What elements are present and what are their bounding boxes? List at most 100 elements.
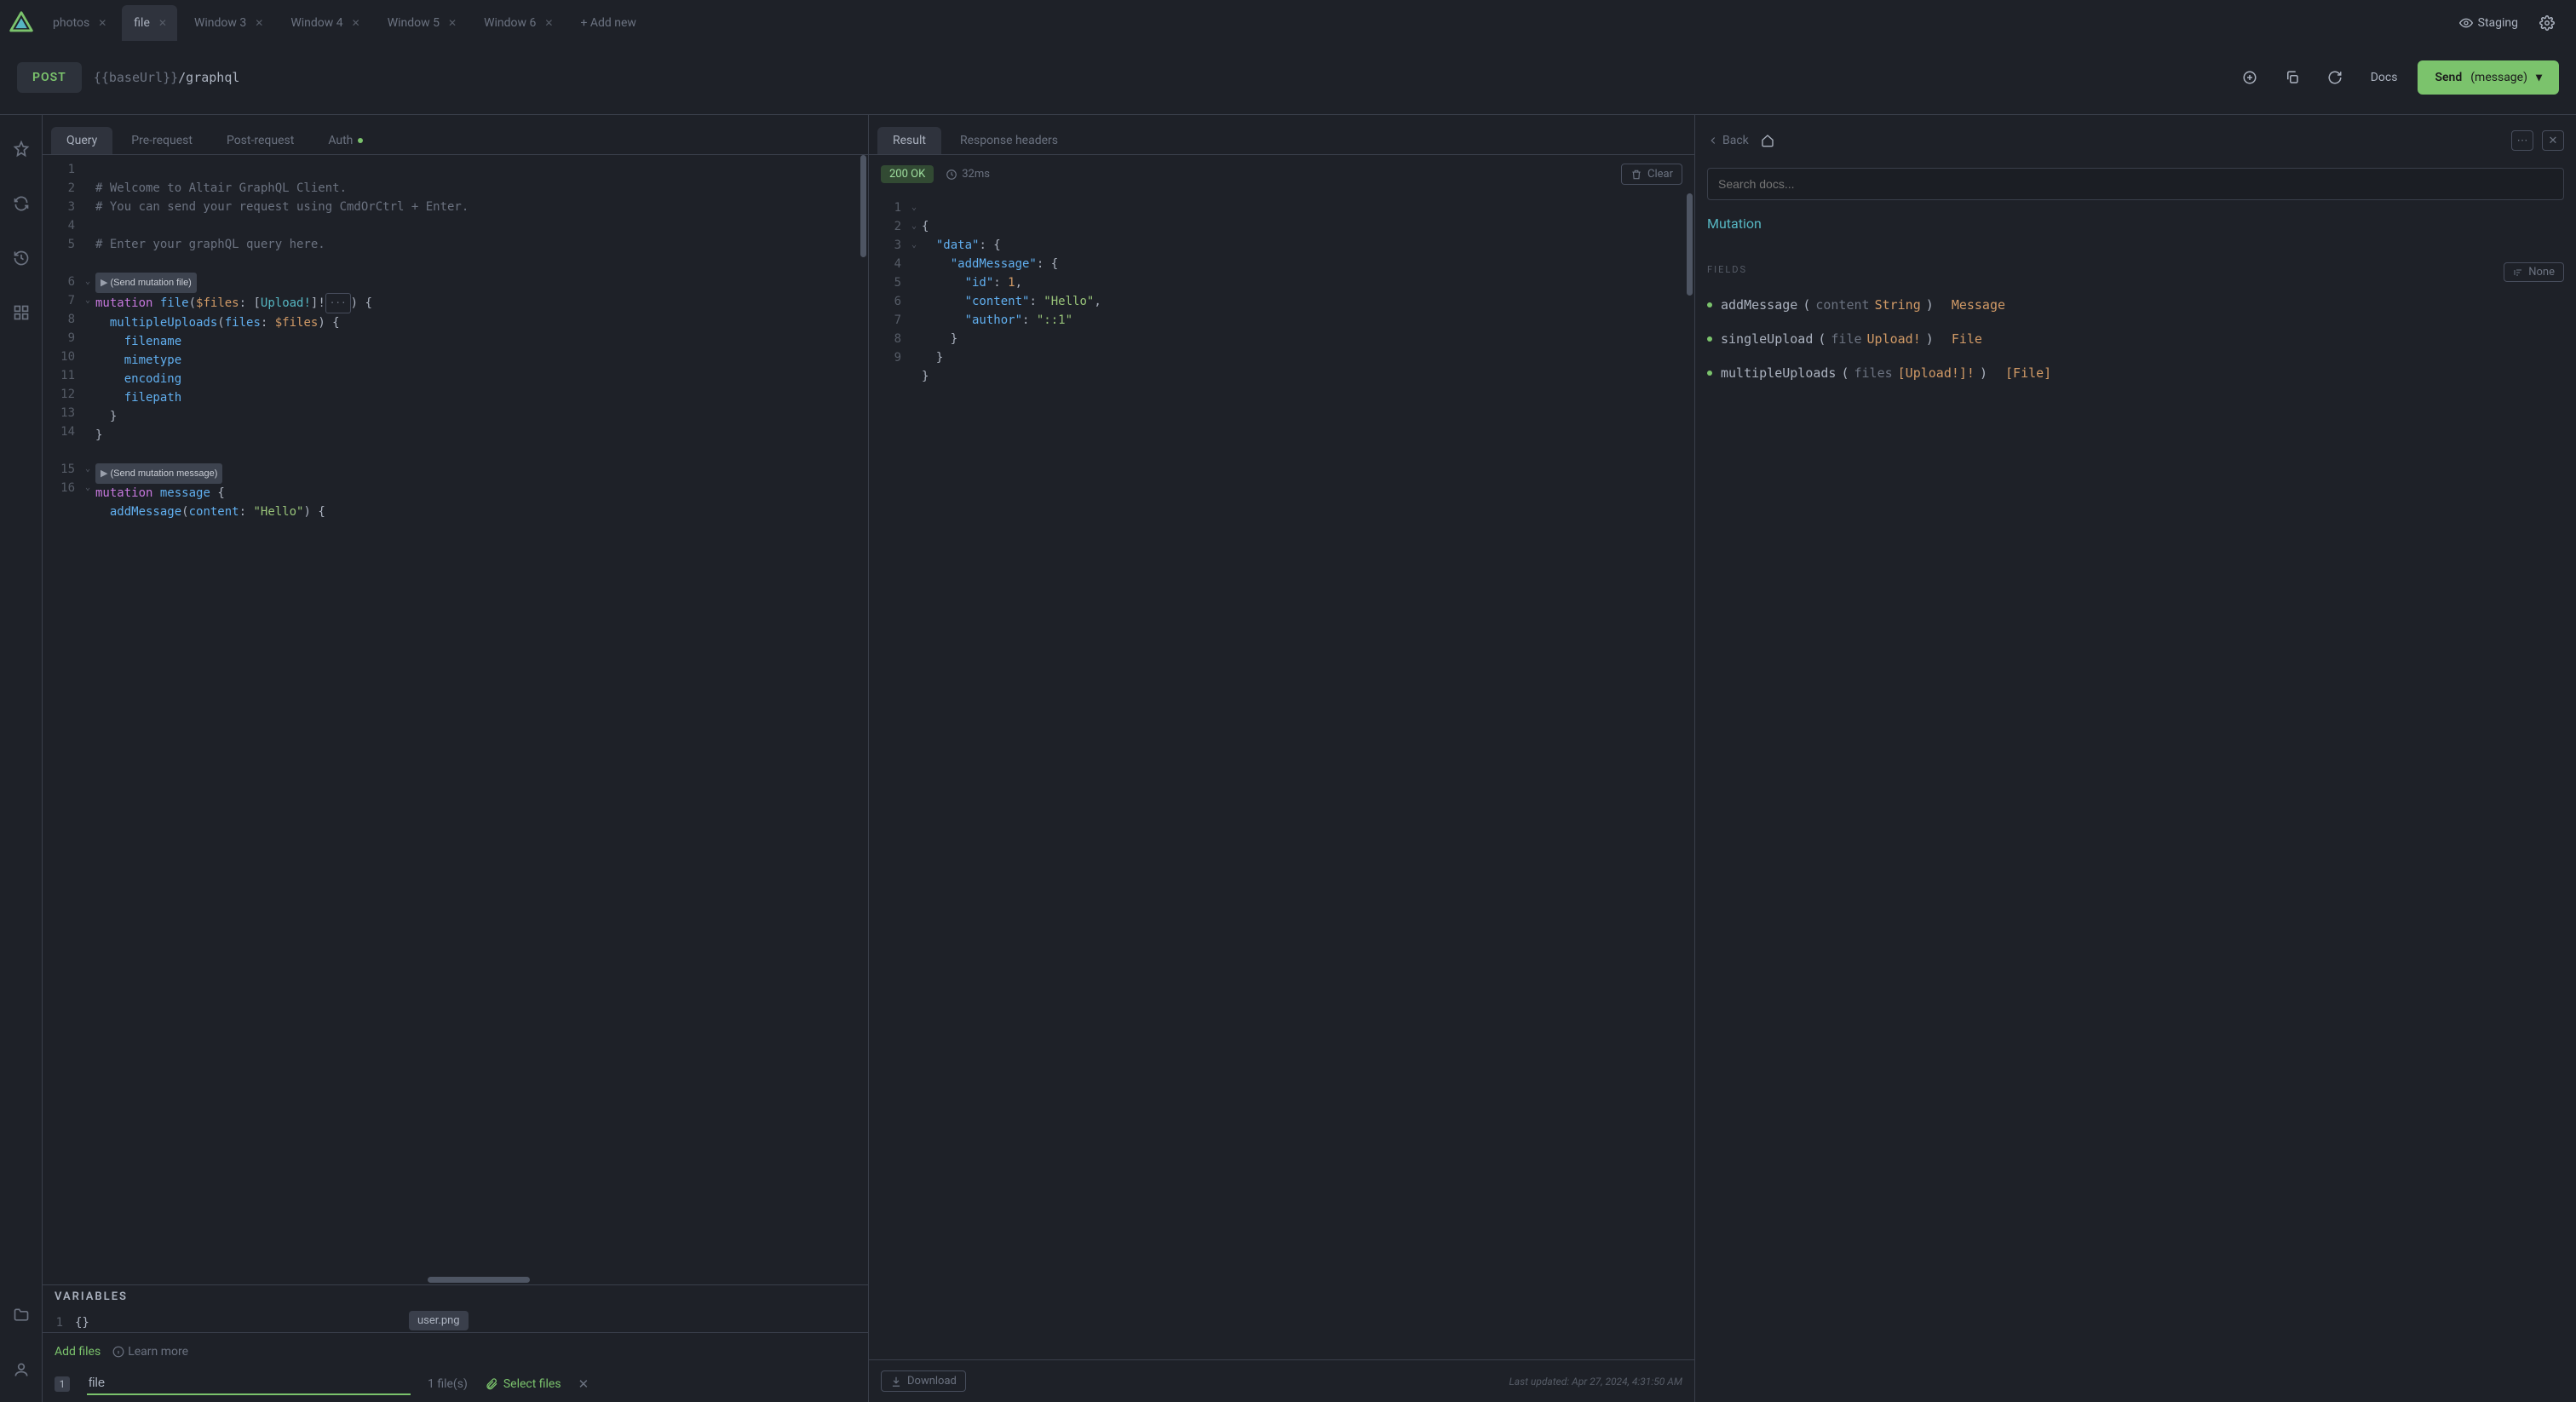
download-result-button[interactable]: Download xyxy=(881,1370,966,1392)
tab-window-6[interactable]: Window 6 ✕ xyxy=(472,5,563,41)
clear-result-button[interactable]: Clear xyxy=(1621,164,1682,185)
send-button[interactable]: Send (message) ▾ xyxy=(2418,60,2559,95)
copy-button[interactable] xyxy=(2277,62,2308,93)
window-tabstrip: photos ✕ file ✕ Window 3 ✕ Window 4 ✕ Wi… xyxy=(0,0,2576,41)
file-count: 1 file(s) xyxy=(428,1377,468,1391)
tab-label: file xyxy=(134,16,150,30)
file-chip[interactable]: user.png xyxy=(409,1311,469,1330)
request-url[interactable]: {{baseUrl}}/graphql xyxy=(94,70,2222,85)
arrow-left-icon xyxy=(1707,135,1719,147)
tab-query[interactable]: Query xyxy=(51,127,112,154)
docs-fields-heading: FIELDS xyxy=(1707,264,1747,275)
remove-file-button[interactable]: ✕ xyxy=(578,1376,589,1392)
tab-window-5[interactable]: Window 5 ✕ xyxy=(376,5,467,41)
result-status-bar: 200 OK 32ms Clear xyxy=(869,154,1694,193)
http-method[interactable]: POST xyxy=(17,62,82,93)
docs-field-row[interactable]: multipleUploads ( files [Upload!]! ) [Fi… xyxy=(1707,365,2564,381)
sidebar-history[interactable] xyxy=(11,248,32,268)
info-icon xyxy=(112,1346,124,1358)
sidebar-plugins[interactable] xyxy=(11,302,32,323)
close-icon[interactable]: ✕ xyxy=(96,15,108,31)
file-variable-name-input[interactable] xyxy=(87,1372,411,1395)
add-tab-label: + Add new xyxy=(580,16,636,30)
result-gutter: 1 2 3 4 5 6 7 8 9 xyxy=(869,193,906,1359)
close-icon[interactable]: ✕ xyxy=(446,15,458,31)
tab-pre-request[interactable]: Pre-request xyxy=(116,127,208,154)
grid-icon xyxy=(13,304,30,321)
reload-schema-button[interactable] xyxy=(2320,62,2350,93)
learn-more-link[interactable]: Learn more xyxy=(112,1345,188,1359)
docs-pane: Back ⋯ ✕ Mutation FIELDS None addMessa xyxy=(1695,115,2576,1402)
query-pane: Query Pre-request Post-request Auth 1 2 … xyxy=(43,115,869,1402)
add-files-button[interactable]: Add files xyxy=(55,1345,101,1359)
sidebar-account[interactable] xyxy=(11,1359,32,1380)
docs-home-button[interactable] xyxy=(1757,125,1778,156)
close-icon[interactable]: ✕ xyxy=(543,15,555,31)
codelens-run-message[interactable]: ▶(Send mutation message) xyxy=(95,463,222,484)
result-footer: Download Last updated: Apr 27, 2024, 4:3… xyxy=(869,1359,1694,1402)
close-icon[interactable]: ✕ xyxy=(350,15,362,31)
app-logo xyxy=(7,9,36,37)
tab-file[interactable]: file ✕ xyxy=(122,5,177,41)
add-tab-button[interactable]: + Add new xyxy=(568,5,648,41)
result-viewer[interactable]: 1 2 3 4 5 6 7 8 9 ⌄⌄⌄ { "data": { "addMe… xyxy=(869,193,1694,1359)
eye-icon xyxy=(2459,16,2473,30)
request-bar: POST {{baseUrl}}/graphql Docs Send (mess… xyxy=(0,41,2576,114)
trash-icon xyxy=(1630,169,1642,181)
docs-fields-list: addMessage ( content String ) Message sin… xyxy=(1707,297,2564,381)
tab-auth[interactable]: Auth xyxy=(313,127,378,154)
settings-button[interactable] xyxy=(2532,8,2562,38)
http-status: 200 OK xyxy=(881,165,934,183)
docs-toggle[interactable]: Docs xyxy=(2362,71,2406,84)
sidebar-collections[interactable] xyxy=(11,139,32,159)
line-gutter: 1 2 3 4 5 6 7 8 9 10 11 12 13 14 15 16 xyxy=(43,155,80,1284)
variables-header[interactable]: VARIABLES xyxy=(43,1285,868,1308)
docs-field-row[interactable]: singleUpload ( file Upload! ) File xyxy=(1707,331,2564,347)
docs-field-row[interactable]: addMessage ( content String ) Message xyxy=(1707,297,2564,313)
editor-vscrollbar[interactable] xyxy=(860,155,866,257)
docs-sort-button[interactable]: None xyxy=(2504,262,2564,282)
url-variable: {{baseUrl}} xyxy=(94,70,178,85)
new-request-button[interactable] xyxy=(2234,62,2265,93)
tab-window-3[interactable]: Window 3 ✕ xyxy=(182,5,273,41)
result-code: { "data": { "addMessage": { "id": 1, "co… xyxy=(922,193,1694,1359)
codelens-run-file[interactable]: ▶(Send mutation file) xyxy=(95,273,197,293)
tab-window-4[interactable]: Window 4 ✕ xyxy=(279,5,370,41)
tab-result[interactable]: Result xyxy=(877,127,941,154)
folded-args[interactable]: ··· xyxy=(325,293,351,313)
download-icon xyxy=(890,1376,902,1388)
editor-hscrollbar[interactable] xyxy=(428,1277,530,1283)
docs-more-button[interactable]: ⋯ xyxy=(2511,130,2533,151)
chevron-down-icon[interactable]: ▾ xyxy=(2536,71,2542,84)
tab-post-request[interactable]: Post-request xyxy=(211,127,309,154)
code-area[interactable]: # Welcome to Altair GraphQL Client. # Yo… xyxy=(95,155,868,1284)
files-panel: user.png Add files Learn more 1 1 file(s… xyxy=(43,1332,868,1402)
file-entry: 1 1 file(s) Select files ✕ xyxy=(55,1372,856,1395)
close-icon[interactable]: ✕ xyxy=(157,15,169,31)
result-timestamp: Last updated: Apr 27, 2024, 4:31:50 AM xyxy=(1509,1376,1682,1388)
paperclip-icon xyxy=(485,1377,498,1391)
file-index: 1 xyxy=(55,1376,70,1392)
tab-label: Window 6 xyxy=(484,16,536,30)
close-icon[interactable]: ✕ xyxy=(253,15,265,31)
select-files-button[interactable]: Select files xyxy=(485,1377,561,1391)
plus-circle-icon xyxy=(2242,70,2257,85)
tab-photos[interactable]: photos ✕ xyxy=(41,5,117,41)
docs-search-input[interactable] xyxy=(1707,168,2564,200)
result-vscrollbar[interactable] xyxy=(1687,193,1693,296)
docs-back-button[interactable]: Back xyxy=(1707,134,1749,147)
tab-response-headers[interactable]: Response headers xyxy=(945,127,1073,154)
clock-icon xyxy=(946,169,957,181)
sidebar-sync[interactable] xyxy=(11,193,32,214)
query-editor[interactable]: 1 2 3 4 5 6 7 8 9 10 11 12 13 14 15 16 ⌄… xyxy=(43,154,868,1284)
environment-selector[interactable]: Staging xyxy=(2459,16,2518,30)
docs-type-title: Mutation xyxy=(1707,215,2564,232)
send-operation: (message) xyxy=(2470,71,2527,84)
sync-icon xyxy=(13,195,30,212)
tab-label: Window 4 xyxy=(290,16,342,30)
result-pane: Result Response headers 200 OK 32ms Clea… xyxy=(869,115,1695,1402)
send-label: Send xyxy=(2435,71,2462,84)
tab-label: Window 3 xyxy=(194,16,246,30)
sidebar-files[interactable] xyxy=(11,1305,32,1325)
docs-close-button[interactable]: ✕ xyxy=(2542,130,2564,151)
